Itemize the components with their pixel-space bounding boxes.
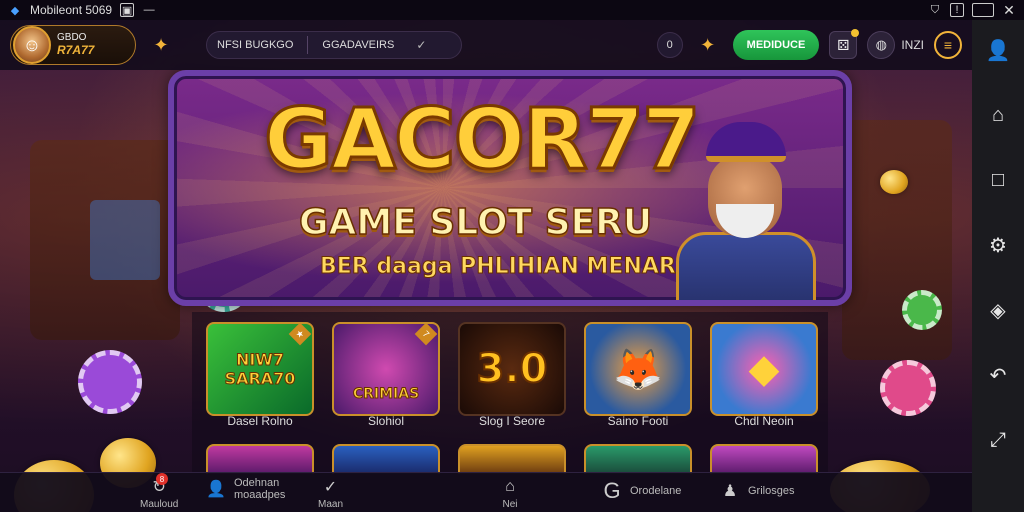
counter-button[interactable]: 0 <box>656 32 683 58</box>
banner-title: GACOR77 <box>263 89 703 190</box>
nav-item-maan[interactable]: ✓ Maan <box>318 475 343 510</box>
game-tile[interactable]: NIW7 SARA70 ★ <box>206 322 314 416</box>
game-tile[interactable] <box>332 444 440 474</box>
notification-badge: 8 <box>156 473 168 485</box>
game-grid: NIW7 SARA70 ★ Dasel Rolno CRIMIAS 7 Sloh… <box>192 312 828 474</box>
app-logo-icon: ◆ <box>10 4 20 17</box>
nav-label: Maan <box>318 499 344 510</box>
chip-decoration <box>78 350 142 414</box>
profile-card[interactable]: ☺ GBDO R7A77 <box>10 25 136 65</box>
game-tile[interactable]: CRIMIAS 7 <box>332 322 440 416</box>
status-bar: ◆ Mobileont 5069 ▣ — ⛉ ! ✕ <box>0 0 1024 20</box>
gem-icon: ◆ <box>748 346 780 392</box>
nav-label: Grilosges <box>748 485 795 497</box>
close-icon[interactable]: ✕ <box>1002 2 1016 18</box>
promo-banner[interactable]: GACOR77 GAME SLOT SERU BER daaga PHLIHIA… <box>168 70 852 306</box>
window-icon: ▣ <box>120 3 135 17</box>
fox-icon: 🦊 <box>613 346 663 393</box>
settings-icon[interactable]: ⚙ <box>978 225 1018 265</box>
battery-icon <box>972 3 994 17</box>
nav-label: Nei <box>502 499 518 510</box>
nav-item-orodelane[interactable]: G Orodelane <box>600 478 682 503</box>
game-tile[interactable] <box>206 444 314 474</box>
avatar[interactable]: ☺ <box>13 26 51 64</box>
game-tile[interactable] <box>710 444 818 474</box>
bell-icon[interactable]: ✦ <box>693 30 723 60</box>
game-art: 3.0 <box>476 345 549 393</box>
nav-label: Odehnan moaadpes <box>234 477 286 502</box>
game-tile[interactable] <box>458 444 566 474</box>
game-tile[interactable]: 3.0 <box>458 322 566 416</box>
chip-decoration <box>880 360 936 416</box>
menu-icon[interactable]: ≡ <box>934 31 962 59</box>
nav-item-grilosges[interactable]: ♟ Grilosges <box>718 479 795 503</box>
game-label: Slog I Seore <box>478 414 546 428</box>
language-label: INZI <box>901 38 924 52</box>
rotate-icon[interactable]: ◈ <box>978 290 1018 330</box>
game-label: Chdl Neoin <box>734 414 794 428</box>
coin-decoration <box>880 170 908 194</box>
expand-icon[interactable]: ⤢ <box>978 420 1018 460</box>
profile-brand: R7A77 <box>57 42 95 57</box>
pill-right-label: GGADAVEIRS <box>322 39 395 51</box>
slot-machine-left <box>30 140 180 340</box>
search-pill[interactable]: NFSI BUGKGO GGADAVEIRS ✓ <box>206 31 462 59</box>
user-icon: 👤 <box>206 481 226 499</box>
chevron-down-icon: ✓ <box>416 38 427 52</box>
square-icon[interactable]: □ <box>978 160 1018 200</box>
banner-tagline: BER daaga PHLIHIAN MENARIK <box>319 254 702 280</box>
language-selector[interactable]: ◍ INZI <box>867 31 924 59</box>
game-label: Dasel Rolno <box>227 414 293 428</box>
bottom-nav: ↻ 8 Mauloud 👤 Odehnan moaadpes ✓ Maan ⌂ … <box>0 472 972 512</box>
game-tile[interactable]: ◆ <box>710 322 818 416</box>
user-icon[interactable]: 👤 <box>978 30 1018 70</box>
dash-icon: — <box>143 4 155 16</box>
back-icon[interactable]: ↶ <box>978 355 1018 395</box>
person-icon: ♟ <box>722 483 738 500</box>
shield-icon: ⛉ <box>930 3 940 16</box>
system-sidebar: 👤 ⌂ □ ⚙ ◈ ↶ ⤢ <box>972 20 1024 512</box>
globe-icon: ◍ <box>867 31 896 59</box>
game-tile[interactable]: 🦊 <box>584 322 692 416</box>
top-header: ☺ GBDO R7A77 ✦ NFSI BUGKGO GGADAVEIRS ✓ … <box>0 20 972 70</box>
nav-item-odehnan[interactable]: 👤 Odehnan moaadpes <box>204 477 304 501</box>
home-icon[interactable]: ⌂ <box>978 95 1018 135</box>
home-icon: ⌂ <box>505 478 515 495</box>
nav-label: Orodelane <box>630 485 682 497</box>
check-icon: ✓ <box>323 479 338 496</box>
pill-left-label: NFSI BUGKGO <box>217 39 294 51</box>
status-title: Mobileont 5069 <box>30 3 113 17</box>
banner-subtitle: GAME SLOT SERU <box>298 201 653 244</box>
mascot-image <box>666 122 816 300</box>
primary-action-button[interactable]: MEDIDUCE <box>732 30 820 60</box>
game-label: Slohiol <box>367 414 405 428</box>
g-icon: G <box>603 478 621 503</box>
chip-decoration <box>902 290 942 330</box>
nav-label: Mauloud <box>140 499 179 510</box>
game-label: Saino Footi <box>607 414 669 428</box>
nav-item-mauloud[interactable]: ↻ 8 Mauloud <box>140 473 179 510</box>
gift-icon[interactable]: ✦ <box>146 30 176 60</box>
warning-icon: ! <box>950 3 964 17</box>
nav-item-nei[interactable]: ⌂ Nei <box>498 475 522 510</box>
dice-icon[interactable]: ⚄ <box>829 29 860 59</box>
game-tile[interactable] <box>584 444 692 474</box>
